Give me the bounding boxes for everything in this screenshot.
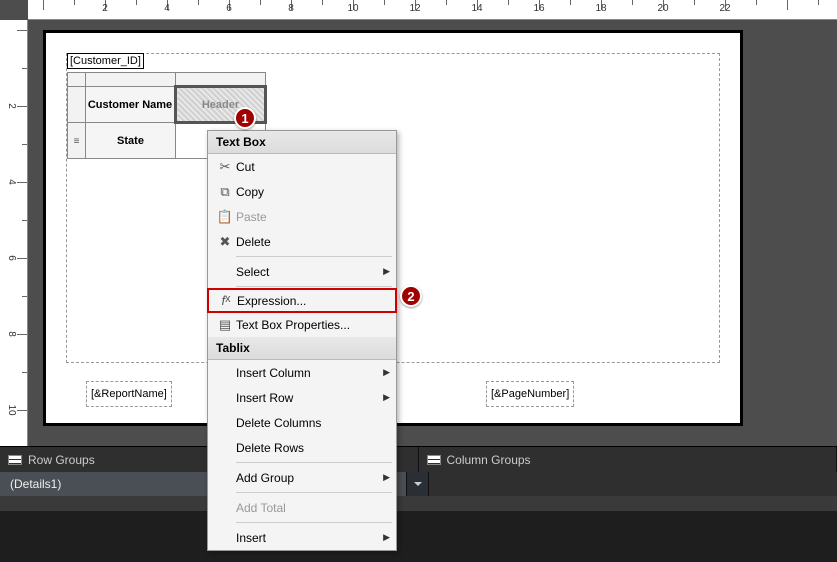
menu-insert-column[interactable]: Insert Column ▶: [208, 360, 396, 385]
menu-section-tablix: Tablix: [208, 337, 396, 360]
vertical-ruler: 246810: [0, 20, 28, 446]
cell-customer-name-label[interactable]: Customer Name: [86, 87, 176, 123]
submenu-arrow-icon: ▶: [383, 532, 390, 543]
copy-icon: ⧉: [214, 184, 236, 200]
callout-1: 1: [234, 107, 256, 129]
submenu-arrow-icon: ▶: [383, 367, 390, 378]
menu-copy[interactable]: ⧉ Copy: [208, 179, 396, 204]
menu-add-group[interactable]: Add Group ▶: [208, 465, 396, 490]
panel-filler: [0, 511, 837, 562]
fx-icon: fx: [215, 293, 237, 308]
menu-separator: [236, 492, 392, 493]
menu-separator: [236, 256, 392, 257]
cell-state-label[interactable]: State: [86, 123, 176, 159]
menu-add-total: Add Total: [208, 495, 396, 520]
menu-expression[interactable]: fx Expression...: [207, 288, 397, 313]
horizontal-ruler: 246810121416182022: [28, 0, 837, 20]
grouping-pane: Row Groups Column Groups (Details1): [0, 446, 837, 547]
callout-2: 2: [400, 285, 422, 307]
menu-cut[interactable]: ✂ Cut: [208, 154, 396, 179]
column-groups-header[interactable]: Column Groups: [419, 447, 837, 472]
paste-icon: 📋: [214, 209, 236, 225]
grid-icon: [8, 455, 22, 465]
menu-textbox-properties[interactable]: ▤ Text Box Properties...: [208, 312, 396, 337]
panel-divider: [0, 496, 837, 511]
menu-delete-rows[interactable]: Delete Rows: [208, 435, 396, 460]
footer-page-number[interactable]: [&PageNumber]: [486, 381, 574, 407]
menu-delete-columns[interactable]: Delete Columns: [208, 410, 396, 435]
column-groups-body[interactable]: [429, 472, 837, 496]
column-handle-2[interactable]: [176, 73, 266, 87]
grid-icon: [427, 455, 441, 465]
context-menu: Text Box ✂ Cut ⧉ Copy 📋 Paste ✖ Delete S…: [207, 130, 397, 551]
cut-icon: ✂: [214, 159, 236, 175]
menu-paste: 📋 Paste: [208, 204, 396, 229]
submenu-arrow-icon: ▶: [383, 472, 390, 483]
menu-separator: [236, 522, 392, 523]
column-groups-label: Column Groups: [447, 453, 531, 467]
design-surface[interactable]: [Customer_ID] Customer Name Header ≡ Sta…: [28, 20, 837, 446]
menu-section-textbox: Text Box: [208, 131, 396, 154]
tablix-title[interactable]: [Customer_ID]: [67, 53, 144, 69]
row-groups-label: Row Groups: [28, 453, 95, 467]
row-handle-1[interactable]: [68, 87, 86, 123]
row-handle-2[interactable]: ≡: [68, 123, 86, 159]
column-handle-1[interactable]: [86, 73, 176, 87]
menu-insert-row[interactable]: Insert Row ▶: [208, 385, 396, 410]
footer-report-name[interactable]: [&ReportName]: [86, 381, 172, 407]
row-group-dropdown-button[interactable]: [406, 472, 428, 496]
menu-separator: [236, 286, 392, 287]
menu-delete[interactable]: ✖ Delete: [208, 229, 396, 254]
menu-select[interactable]: Select ▶: [208, 259, 396, 284]
menu-insert[interactable]: Insert ▶: [208, 525, 396, 550]
submenu-arrow-icon: ▶: [383, 266, 390, 277]
properties-icon: ▤: [214, 317, 236, 333]
submenu-arrow-icon: ▶: [383, 392, 390, 403]
tablix-corner[interactable]: [68, 73, 86, 87]
delete-icon: ✖: [214, 234, 236, 250]
details-row-icon: ≡: [74, 136, 80, 147]
row-group-details-label: (Details1): [10, 477, 61, 491]
menu-separator: [236, 462, 392, 463]
